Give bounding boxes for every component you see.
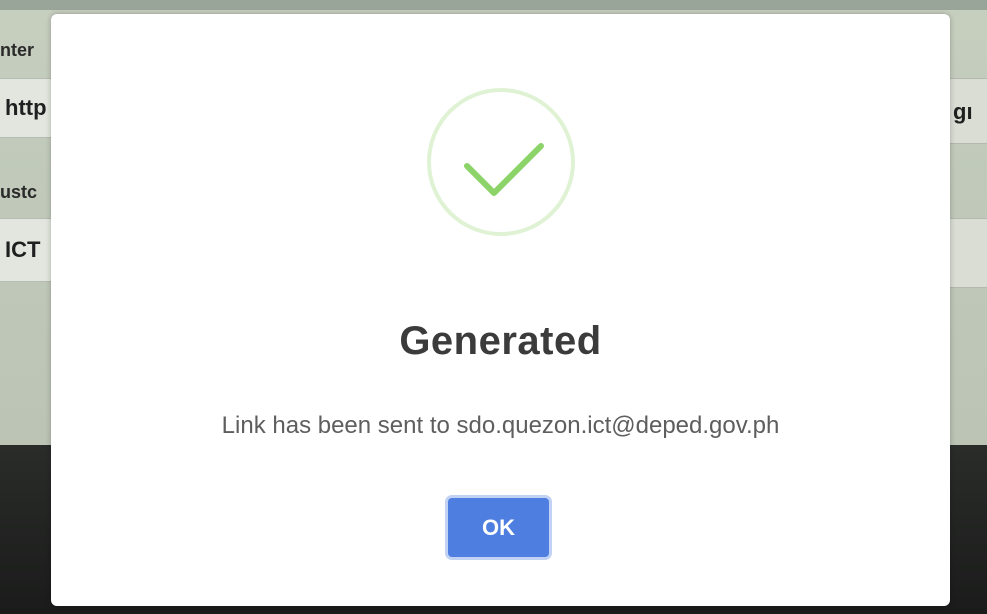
url-field-label: nter [0,40,35,60]
custom-field-label: ustc [0,182,38,202]
success-dialog: Generated Link has been sent to sdo.quez… [51,14,950,606]
ok-button[interactable]: OK [448,498,549,557]
check-icon [427,88,575,236]
url-input[interactable]: http [0,78,58,138]
dialog-message: Link has been sent to sdo.quezon.ict@dep… [221,412,780,439]
url-input-value: http [5,95,47,120]
custom-input[interactable]: ICT [0,218,58,282]
generate-button-label: gı [953,99,973,124]
dialog-title: Generated [399,319,602,363]
custom-input-value: ICT [5,237,41,262]
